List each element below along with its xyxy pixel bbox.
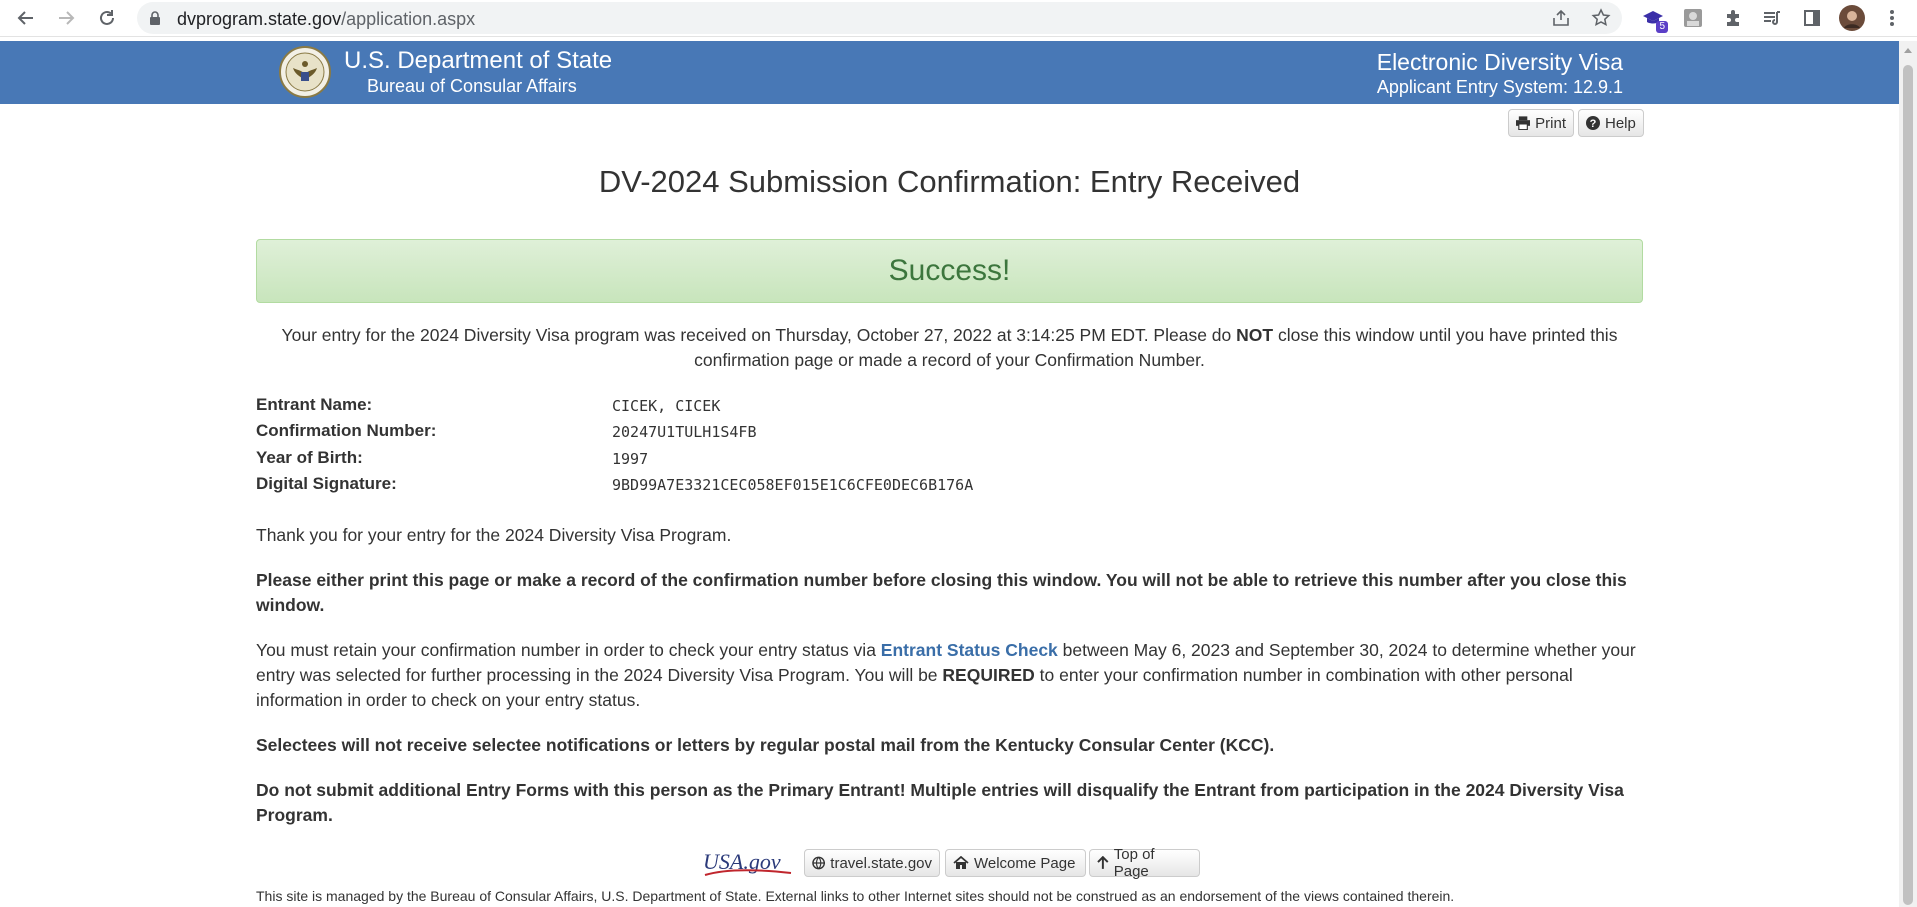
system-title: Electronic Diversity Visa [1376, 49, 1623, 75]
side-panel-icon[interactable] [1799, 5, 1825, 31]
digital-signature-value: 9BD99A7E3321CEC058EF015E1C6CFE0DEC6B176A [612, 476, 974, 494]
scrollbar-thumb[interactable] [1903, 65, 1913, 905]
entrant-status-check-link[interactable]: Entrant Status Check [881, 640, 1058, 660]
welcome-page-button[interactable]: Welcome Page [945, 849, 1086, 877]
site-header: U.S. Department of State Bureau of Consu… [0, 41, 1899, 104]
scroll-up-arrow-icon[interactable] [1904, 48, 1912, 53]
profile-extension-icon[interactable] [1680, 5, 1706, 31]
year-of-birth-label: Year of Birth: [256, 448, 363, 467]
question-circle-icon: ? [1586, 116, 1600, 130]
help-label: Help [1605, 114, 1636, 132]
success-alert: Success! [256, 239, 1643, 303]
page-scrollbar[interactable] [1899, 41, 1917, 907]
welcome-page-label: Welcome Page [974, 854, 1076, 872]
globe-icon [812, 856, 826, 870]
received-notice-text: Your entry for the 2024 Diversity Visa p… [281, 325, 1237, 345]
back-icon[interactable] [12, 4, 40, 32]
department-subtitle: Bureau of Consular Affairs [367, 76, 577, 96]
retain-number-text: You must retain your confirmation number… [256, 638, 1643, 713]
print-icon [1516, 116, 1531, 130]
bookmark-star-icon[interactable] [1590, 7, 1612, 29]
help-button[interactable]: ? Help [1578, 109, 1644, 137]
usa-gov-logo[interactable]: USA.gov [701, 849, 795, 879]
reload-icon[interactable] [93, 4, 121, 32]
top-of-page-label: Top of Page [1113, 846, 1155, 880]
avatar[interactable] [1839, 5, 1865, 31]
confirmation-number-label: Confirmation Number: [256, 421, 437, 440]
lock-icon[interactable] [149, 11, 161, 30]
top-of-page-button[interactable]: Top of Page [1089, 846, 1200, 880]
travel-state-gov-button[interactable]: travel.state.gov [804, 849, 940, 877]
thank-you-text: Thank you for your entry for the 2024 Di… [256, 525, 732, 545]
extension-badge: 5 [1656, 21, 1668, 33]
menu-kebab-icon[interactable] [1879, 5, 1905, 31]
digital-signature-label: Digital Signature: [256, 474, 397, 493]
puzzle-extensions-icon[interactable] [1720, 5, 1746, 31]
system-subtitle: Applicant Entry System: 12.9.1 [1376, 77, 1623, 97]
retain-text-start: You must retain your confirmation number… [256, 640, 881, 660]
address-bar[interactable]: dvprogram.state.gov/application.aspx [137, 2, 1622, 34]
no-duplicates-warning: Do not submit additional Entry Forms wit… [256, 780, 1624, 825]
share-icon[interactable] [1550, 7, 1572, 29]
arrow-up-icon [1097, 856, 1109, 869]
department-title: U.S. Department of State [344, 47, 613, 74]
print-warning-text: Please either print this page or make a … [256, 570, 1627, 615]
print-button[interactable]: Print [1508, 109, 1574, 137]
department-seal-logo [279, 46, 331, 103]
entrant-name-value: CICEK, CICEK [612, 397, 721, 415]
browser-toolbar: dvprogram.state.gov/application.aspx 5 [0, 0, 1917, 37]
url-text[interactable]: dvprogram.state.gov/application.aspx [177, 9, 475, 30]
print-label: Print [1535, 114, 1566, 132]
forward-icon[interactable] [52, 4, 80, 32]
home-icon [953, 856, 969, 869]
received-notice: Your entry for the 2024 Diversity Visa p… [256, 323, 1643, 373]
year-of-birth-value: 1997 [612, 450, 649, 468]
confirmation-number-value: 20247U1TULH1S4FB [612, 423, 757, 441]
received-notice-emphasis: NOT [1236, 325, 1274, 345]
graduation-cap-extension-icon[interactable]: 5 [1640, 5, 1668, 33]
entrant-name-label: Entrant Name: [256, 395, 373, 414]
svg-text:?: ? [1590, 118, 1597, 130]
footer-disclaimer: This site is managed by the Bureau of Co… [256, 888, 1455, 904]
travel-state-gov-label: travel.state.gov [830, 854, 932, 872]
retain-text-emphasis: REQUIRED [942, 665, 1035, 685]
reading-list-icon[interactable] [1759, 5, 1785, 31]
page-title: DV-2024 Submission Confirmation: Entry R… [598, 164, 1301, 199]
success-alert-text: Success! [888, 254, 1011, 287]
selectees-notice: Selectees will not receive selectee noti… [256, 735, 1275, 755]
